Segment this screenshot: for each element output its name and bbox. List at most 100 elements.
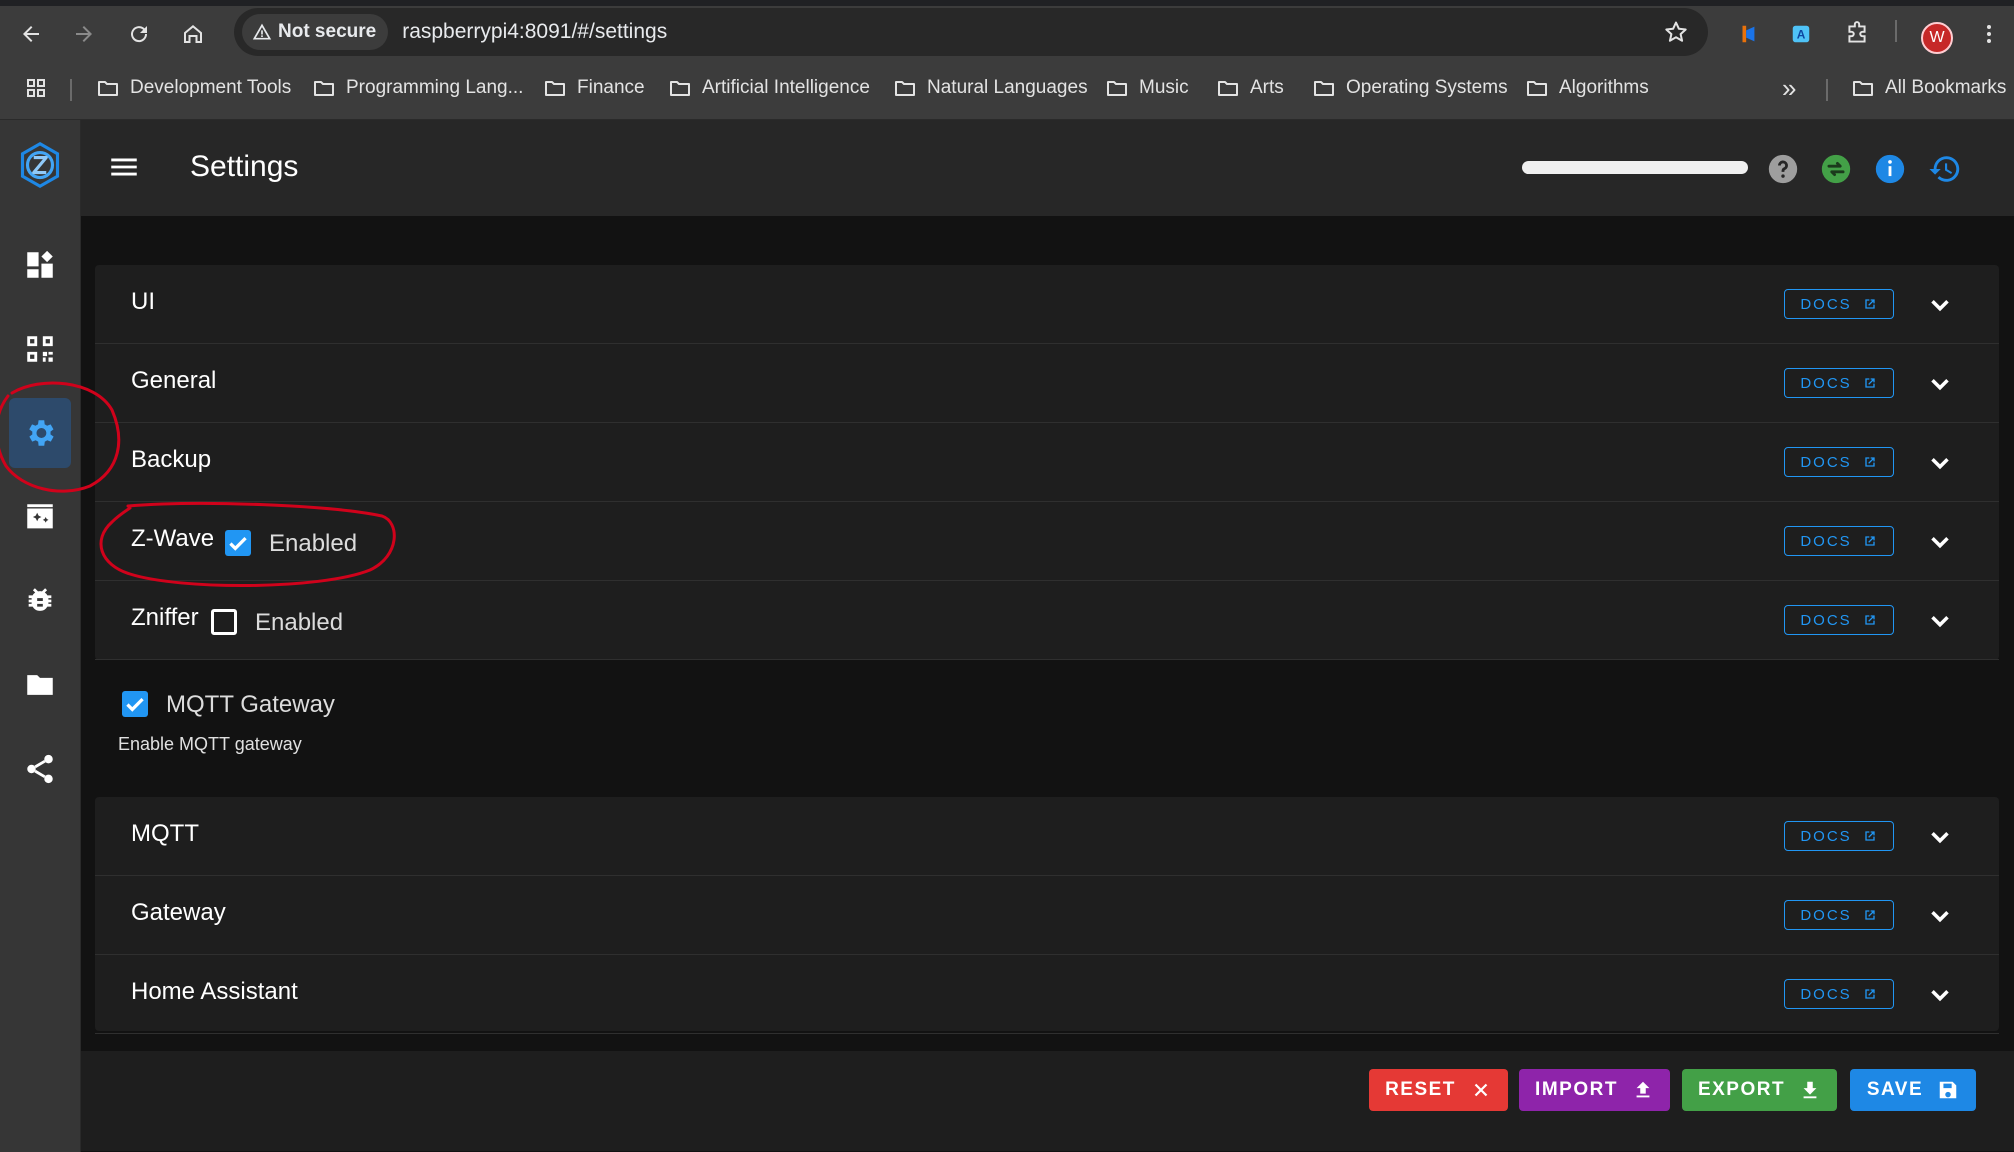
mqtt-gateway-checkbox[interactable] — [122, 691, 148, 717]
help-icon[interactable] — [1766, 152, 1800, 186]
folder-icon — [1107, 81, 1127, 96]
settings-section[interactable]: Zniffer Enabled DOCS — [95, 581, 1999, 660]
bookmarks-bar: Development Tools Programming Lang... Fina… — [0, 59, 2014, 120]
back-button[interactable] — [13, 16, 49, 52]
settings-section[interactable]: UI DOCS — [95, 265, 1999, 344]
section-title: UI — [131, 288, 155, 315]
connection-status-icon[interactable] — [1819, 152, 1853, 186]
mqtt-gateway-label[interactable]: MQTT Gateway — [166, 691, 335, 719]
docs-label: DOCS — [1800, 453, 1852, 471]
bookmark-folder[interactable]: Programming Lang... — [312, 73, 523, 103]
sidebar-item-store[interactable] — [9, 650, 71, 720]
bookmark-label: Programming Lang... — [346, 77, 524, 98]
save-label: SAVE — [1866, 1079, 1924, 1100]
history-icon[interactable] — [1928, 152, 1962, 186]
bookmarks-overflow-button[interactable]: » — [1782, 73, 1796, 103]
section-title: Z-Wave — [131, 525, 215, 552]
bookmark-label: Natural Languages — [927, 77, 1088, 98]
menu-icon[interactable] — [107, 150, 141, 184]
chevron-down-icon[interactable] — [1925, 369, 1955, 399]
star-icon[interactable] — [1664, 20, 1688, 44]
toolbar-divider — [1895, 20, 1897, 42]
security-indicator[interactable]: Not secure — [242, 14, 389, 50]
folder-icon — [545, 81, 565, 96]
section-enabled-checkbox[interactable] — [225, 530, 251, 556]
browser-menu-button[interactable] — [1975, 20, 2003, 48]
all-bookmarks[interactable]: All Bookmarks — [1851, 73, 2006, 103]
arrow-left-icon — [23, 26, 39, 42]
sidebar-item-smart-start[interactable] — [9, 314, 71, 384]
section-title: General — [131, 367, 217, 394]
section-enabled-label[interactable]: Enabled — [269, 530, 357, 558]
mqtt-gateway-option: MQTT Gateway Enable MQTT gateway — [81, 678, 2014, 813]
docs-button[interactable]: DOCS — [1784, 821, 1894, 851]
settings-section[interactable]: MQTT DOCS — [95, 797, 1999, 876]
reload-icon — [131, 26, 148, 43]
extension-button[interactable] — [1734, 20, 1762, 48]
sidebar-item-network-graph[interactable] — [9, 734, 71, 804]
chevron-down-icon[interactable] — [1925, 901, 1955, 931]
apps-button[interactable] — [24, 73, 58, 103]
sidebar-item-debug[interactable] — [9, 566, 71, 636]
bookmark-label: Algorithms — [1559, 77, 1649, 98]
docs-button[interactable]: DOCS — [1784, 900, 1894, 930]
section-enabled-checkbox[interactable] — [211, 609, 237, 635]
home-icon — [184, 25, 202, 43]
forward-button[interactable] — [66, 16, 102, 52]
docs-button[interactable]: DOCS — [1784, 447, 1894, 477]
section-enabled-label[interactable]: Enabled — [255, 609, 343, 637]
chevron-down-icon[interactable] — [1925, 822, 1955, 852]
save-button[interactable]: SAVE — [1850, 1069, 1976, 1111]
bookmark-folder[interactable]: Artificial Intelligence — [668, 73, 870, 103]
translate-extension-button[interactable]: A — [1787, 20, 1815, 48]
sidebar-item-scenes[interactable] — [9, 482, 71, 552]
chevron-down-icon[interactable] — [1925, 527, 1955, 557]
home-button[interactable] — [175, 16, 211, 52]
chevron-down-icon[interactable] — [1925, 980, 1955, 1010]
folder-icon — [1853, 81, 1873, 96]
info-icon[interactable] — [1873, 152, 1907, 186]
docs-button[interactable]: DOCS — [1784, 605, 1894, 635]
reload-button[interactable] — [121, 16, 157, 52]
extensions-menu-button[interactable] — [1843, 20, 1871, 48]
settings-section[interactable]: Z-Wave Enabled DOCS — [95, 502, 1999, 581]
bookmark-folder[interactable]: Algorithms — [1525, 73, 1649, 103]
settings-section[interactable]: General DOCS — [95, 344, 1999, 423]
open-in-new-icon — [1865, 299, 1875, 309]
settings-section[interactable]: Backup DOCS — [95, 423, 1999, 502]
qr-code-icon — [27, 336, 53, 362]
chevron-down-icon[interactable] — [1925, 290, 1955, 320]
export-button[interactable]: EXPORT — [1682, 1069, 1837, 1111]
bookmark-folder[interactable]: Arts — [1216, 73, 1284, 103]
reset-button[interactable]: RESET — [1369, 1069, 1508, 1111]
import-button[interactable]: IMPORT — [1519, 1069, 1670, 1111]
sidebar-item-settings[interactable] — [9, 398, 71, 468]
bookmark-folder[interactable]: Development Tools — [96, 73, 291, 103]
sidebar-item-control-panel[interactable] — [9, 230, 71, 300]
docs-label: DOCS — [1800, 827, 1852, 845]
url-text[interactable]: raspberrypi4:8091/#/settings — [402, 20, 667, 44]
open-in-new-icon — [1865, 378, 1875, 388]
chevron-down-icon[interactable] — [1925, 448, 1955, 478]
app-logo[interactable] — [9, 130, 71, 200]
open-in-new-icon — [1865, 989, 1875, 999]
bookmark-folder[interactable]: Music — [1105, 73, 1189, 103]
settings-section[interactable]: Home Assistant DOCS — [95, 955, 1999, 1034]
settings-section[interactable]: Gateway DOCS — [95, 876, 1999, 955]
docs-button[interactable]: DOCS — [1784, 368, 1894, 398]
folder-icon — [670, 81, 690, 96]
bookmark-folder[interactable]: Natural Languages — [893, 73, 1088, 103]
open-in-new-icon — [1865, 910, 1875, 920]
bookmark-folder[interactable]: Finance — [543, 73, 645, 103]
docs-button[interactable]: DOCS — [1784, 289, 1894, 319]
open-in-new-icon — [1865, 615, 1875, 625]
docs-label: DOCS — [1800, 295, 1852, 313]
chevron-down-icon[interactable] — [1925, 606, 1955, 636]
share-icon — [27, 754, 53, 784]
translate-icon: A — [1792, 25, 1810, 43]
docs-button[interactable]: DOCS — [1784, 979, 1894, 1009]
profile-avatar[interactable]: W — [1921, 22, 1953, 54]
docs-button[interactable]: DOCS — [1784, 526, 1894, 556]
address-bar[interactable]: Not secure raspberrypi4:8091/#/settings — [234, 8, 1708, 56]
bookmark-folder[interactable]: Operating Systems — [1312, 73, 1508, 103]
